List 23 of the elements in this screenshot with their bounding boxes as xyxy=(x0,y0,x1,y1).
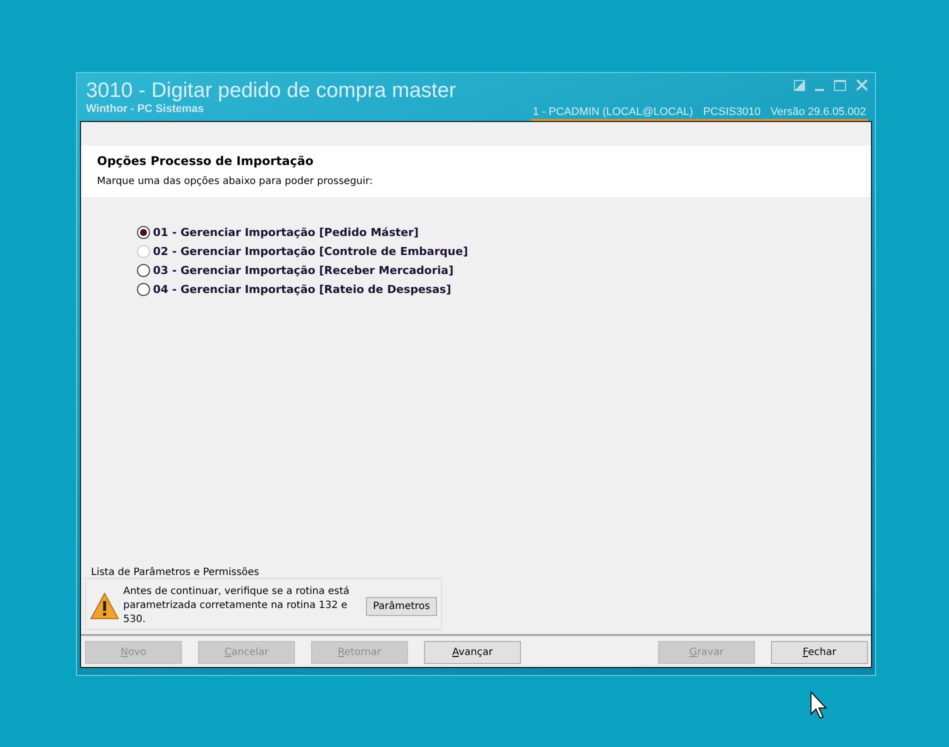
option-radio[interactable]: 01 - Gerenciar Importação [Pedido Máster] xyxy=(137,226,419,239)
window-subtitle: Winthor - PC Sistemas xyxy=(86,103,205,115)
maximize-icon[interactable] xyxy=(834,80,846,90)
option-radio[interactable]: 04 - Gerenciar Importação [Rateio de Despesas] xyxy=(137,283,452,296)
radio-icon[interactable] xyxy=(137,283,150,296)
section-title: Opções Processo de Importação xyxy=(97,154,314,168)
action-button[interactable]: Avançar xyxy=(424,641,521,664)
restore-icon[interactable] xyxy=(794,80,805,90)
action-button[interactable]: Fechar xyxy=(771,641,868,664)
option-radio[interactable]: 03 - Gerenciar Importação [Receber Mercadoria] xyxy=(137,264,454,277)
warning-message: Antes de continuar, verifique se a rotina está parametrizada corretamente na rotina 132 e 530. xyxy=(123,585,350,627)
radio-icon[interactable] xyxy=(137,226,150,239)
parameters-button[interactable]: Parâmetros xyxy=(366,596,437,616)
session-user: 1 - PCADMIN (LOCAL@LOCAL) xyxy=(532,106,694,118)
instruction-text: Marque uma das opções abaixo para poder prosseguir: xyxy=(97,176,374,187)
version-label: Versão 29.6.05.002 xyxy=(770,106,866,118)
warning-icon xyxy=(90,592,120,620)
close-icon[interactable] xyxy=(856,79,868,91)
program-code: PCSIS3010 xyxy=(703,106,761,118)
group-title: Lista de Parâmetros e Permissões xyxy=(90,567,260,578)
window-title: 3010 - Digitar pedido de compra master xyxy=(86,79,456,103)
radio-icon[interactable] xyxy=(137,264,150,277)
mouse-cursor-icon xyxy=(810,691,830,719)
